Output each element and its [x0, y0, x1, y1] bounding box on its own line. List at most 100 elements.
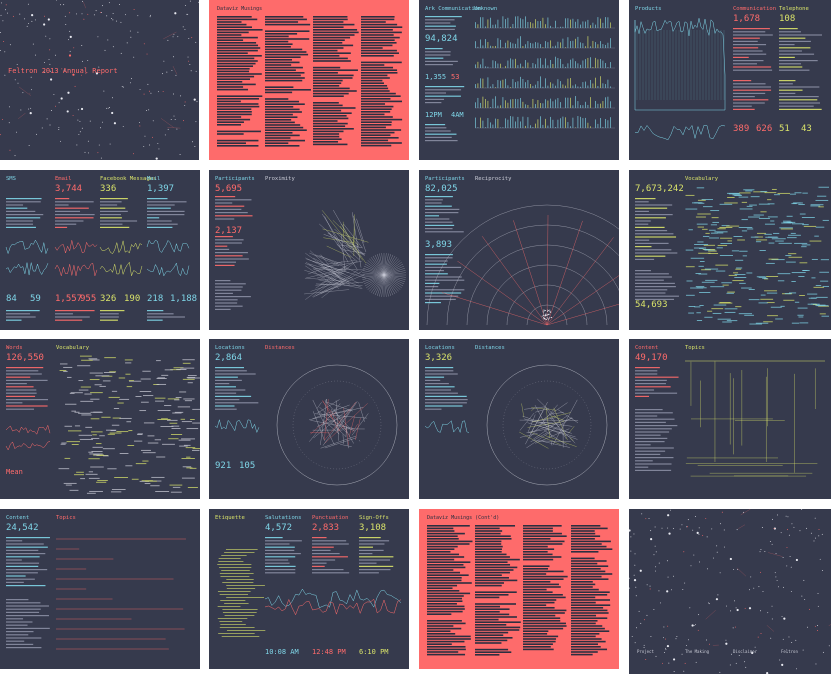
star [87, 13, 89, 15]
star [779, 659, 781, 661]
data-row [425, 260, 448, 262]
data-row [265, 553, 301, 555]
word-mark [789, 193, 796, 195]
text-line [265, 100, 299, 103]
star [733, 569, 735, 570]
timeline-bar [605, 97, 606, 108]
star [120, 52, 122, 54]
timeline-bar [587, 36, 589, 48]
ray [481, 236, 548, 326]
data-row [55, 220, 84, 222]
node [548, 319, 550, 321]
star [695, 661, 697, 663]
star [789, 556, 791, 558]
word-mark [174, 399, 180, 401]
star [195, 41, 197, 43]
timeline-bar [590, 97, 591, 108]
star [139, 122, 140, 123]
data-row [6, 546, 48, 548]
word-mark [67, 430, 82, 432]
word-mark [756, 276, 766, 278]
timeline-bar [485, 39, 486, 48]
word-mark [186, 428, 199, 430]
text-line [523, 586, 561, 588]
constellation-line [172, 66, 178, 75]
text-line [571, 525, 601, 527]
star [650, 530, 652, 532]
word-mark [811, 277, 816, 279]
text-line [427, 630, 451, 632]
data-row [265, 543, 290, 545]
star [634, 553, 636, 555]
timeline-bar [552, 46, 554, 48]
word-mark [695, 286, 705, 288]
text-line [427, 622, 466, 625]
star [81, 45, 83, 46]
edge [352, 228, 355, 246]
star [55, 54, 56, 56]
text-line [427, 597, 462, 600]
data-row [635, 367, 660, 369]
data-row [425, 257, 453, 259]
text-line [523, 573, 547, 575]
star [760, 571, 762, 573]
star [777, 514, 779, 516]
timeline-bar [552, 119, 554, 128]
word-mark [819, 271, 829, 273]
word-mark [697, 226, 705, 228]
timeline-bar [517, 81, 519, 88]
star [782, 557, 784, 558]
word-mark [736, 267, 743, 269]
star [682, 589, 684, 590]
text-line [313, 66, 341, 69]
word-mark [685, 194, 695, 196]
star [760, 549, 762, 551]
text-line [265, 74, 301, 77]
word-mark [708, 237, 720, 239]
data-row [635, 395, 649, 397]
data-row [312, 569, 344, 571]
data-row [6, 540, 23, 542]
star [801, 509, 803, 510]
word-mark [96, 481, 107, 483]
word-mark [702, 235, 710, 237]
text-line [523, 525, 562, 527]
word-mark [811, 258, 818, 260]
word-mark [65, 484, 72, 486]
word-mark [690, 257, 705, 259]
timeline-bar [607, 79, 609, 88]
data-row [6, 204, 24, 206]
data-row [635, 273, 669, 275]
word-mark [692, 202, 702, 204]
density-band [221, 555, 247, 556]
text-line [313, 42, 343, 44]
data-row [100, 220, 138, 222]
star [149, 16, 151, 18]
star [641, 513, 643, 515]
data-row [215, 305, 243, 307]
star [743, 511, 744, 513]
timeline-bar [570, 19, 571, 28]
timeline-bar [560, 81, 561, 88]
timeline-bar [500, 80, 501, 88]
star [183, 120, 185, 122]
spoke [363, 265, 385, 276]
word-mark [764, 192, 777, 194]
text-line [427, 627, 462, 630]
data-row [147, 198, 168, 200]
star [0, 134, 2, 136]
spoke [383, 254, 394, 276]
text-line [217, 31, 249, 34]
text-line [217, 145, 259, 147]
word-mark [786, 237, 797, 239]
ray [441, 292, 548, 326]
star [149, 144, 151, 146]
word-mark [192, 448, 200, 450]
timeline-bar [592, 40, 594, 48]
data-row [425, 196, 453, 198]
text-line [475, 553, 507, 556]
data-row [635, 230, 668, 232]
timeline-bar [605, 63, 606, 68]
timeline-bar [572, 40, 574, 48]
text-line [217, 57, 255, 60]
